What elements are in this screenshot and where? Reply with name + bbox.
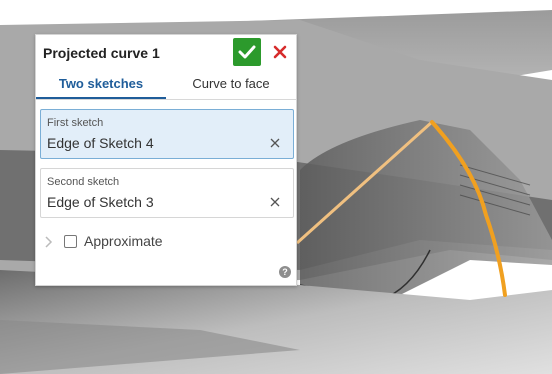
projected-curve-dialog: Projected curve 1 Two sketches Curve to … <box>35 34 297 286</box>
approximate-label[interactable]: Approximate <box>84 233 163 249</box>
check-icon <box>238 45 256 59</box>
cancel-button[interactable] <box>266 38 294 66</box>
field-label: First sketch <box>47 117 104 129</box>
close-icon <box>273 45 287 59</box>
dialog-title: Projected curve 1 <box>43 45 160 61</box>
help-icon[interactable]: ? <box>279 266 291 278</box>
clear-icon[interactable] <box>269 137 281 149</box>
field-label: Second sketch <box>47 176 120 188</box>
dialog-tabs: Two sketches Curve to face <box>36 71 296 100</box>
second-sketch-field[interactable]: Second sketch Edge of Sketch 3 <box>40 168 294 218</box>
approximate-row: Approximate <box>36 230 296 254</box>
clear-icon[interactable] <box>269 196 281 208</box>
accept-button[interactable] <box>233 38 261 66</box>
approximate-checkbox[interactable] <box>64 235 77 248</box>
tab-two-sketches[interactable]: Two sketches <box>36 71 166 99</box>
first-sketch-field[interactable]: First sketch Edge of Sketch 4 <box>40 109 294 159</box>
field-value: Edge of Sketch 4 <box>47 135 154 151</box>
dialog-header: Projected curve 1 <box>36 35 296 71</box>
field-value: Edge of Sketch 3 <box>47 194 154 210</box>
tab-curve-to-face[interactable]: Curve to face <box>166 71 296 98</box>
chevron-right-icon[interactable] <box>43 235 53 249</box>
